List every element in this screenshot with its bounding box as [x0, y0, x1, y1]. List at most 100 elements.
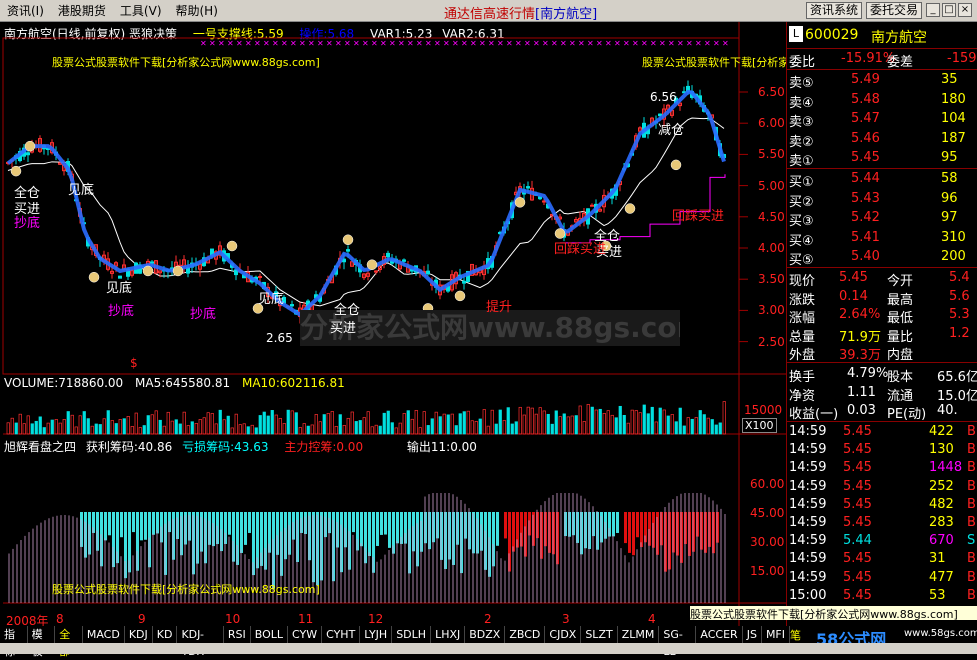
volume-bar	[562, 413, 566, 435]
tab-sdlh[interactable]: SDLH	[392, 626, 432, 643]
tab-lyjh[interactable]: LYJH	[360, 626, 393, 643]
watermark-left: 股票公式股票软件下载[分析家公式网www.88gs.com]	[52, 56, 320, 69]
minimize-button[interactable]: _	[926, 3, 940, 17]
fin-value: 15.0亿	[937, 388, 977, 404]
sell-price: 5.47	[851, 111, 880, 126]
tab-cyht[interactable]: CYHT	[322, 626, 361, 643]
quote-label: 涨跌	[789, 292, 816, 308]
tab-kdj[interactable]: KDJ	[125, 626, 153, 643]
indicator-bar-cyan	[292, 512, 295, 540]
indicator-bar-cyan	[604, 512, 607, 539]
volume-bar	[302, 423, 306, 435]
tab-sg-lb[interactable]: SG-LB	[659, 626, 697, 658]
tab-模板[interactable]: 模板	[28, 626, 56, 658]
indicator-bar-cyan	[312, 512, 315, 583]
signal-cross: ✕	[488, 39, 495, 48]
indicator-bar-cyan	[444, 512, 447, 570]
volume-bar	[650, 406, 654, 435]
volume-bar	[258, 415, 262, 435]
volume-bar	[350, 411, 354, 435]
stock-code-row: L 600029 南方航空	[787, 26, 977, 46]
indicator-header: 旭辉看盘之四 获利筹码:40.86 亏损筹码:43.63 主力控筹:0.00 输…	[4, 438, 477, 454]
tab-zlmm[interactable]: ZLMM	[618, 626, 660, 643]
signal-cross: ✕	[353, 39, 360, 48]
tick-time: 14:59	[789, 533, 827, 549]
volume-bar	[402, 413, 406, 435]
volume-bar	[290, 410, 294, 435]
tick-volume: 252	[929, 478, 954, 494]
indicator-bar-red	[556, 512, 559, 565]
indicator-bar-cyan	[132, 512, 135, 533]
indicator-bar-cyan	[404, 512, 407, 544]
quote-row: 现价 5.45 今开 5.4	[787, 269, 977, 289]
tab-boll[interactable]: BOLL	[251, 626, 288, 643]
indicator-bar-cyan	[208, 512, 211, 545]
quote-label: 最低	[887, 311, 914, 326]
tab-js[interactable]: JS	[743, 626, 762, 643]
signal-cross: ✕	[596, 39, 603, 48]
volume-bar	[638, 412, 642, 435]
volume-bar	[498, 409, 502, 435]
tab-rsi[interactable]: RSI	[224, 626, 251, 643]
date-tick: 12	[368, 612, 384, 626]
tab-全部[interactable]: 全部	[55, 626, 83, 658]
volume-unit[interactable]: X100	[742, 418, 777, 433]
volume-bar	[566, 416, 570, 435]
volume-bar	[6, 422, 10, 435]
signal-cross: ✕	[263, 39, 270, 48]
price-tick: 5.50	[758, 147, 785, 162]
buy-price: 5.44	[851, 171, 880, 186]
tab-kd[interactable]: KD	[153, 626, 178, 643]
quote-row: 外盘 39.3万 内盘	[787, 343, 977, 363]
indicator-bar-cyan	[164, 512, 167, 575]
trade-button[interactable]: 委托交易	[866, 2, 923, 19]
indicator-bar-cyan	[248, 512, 251, 533]
info-system-button[interactable]: 资讯系统	[806, 2, 863, 19]
volume-bar	[62, 419, 66, 435]
indicator-bar-red	[692, 512, 695, 552]
buy-price: 5.40	[851, 249, 880, 264]
signal-cross: ✕	[344, 39, 351, 48]
indicator-bar-cyan	[328, 512, 331, 534]
buy-row: 买② 5.43 96	[787, 190, 977, 210]
menu-item-help[interactable]: 帮助(H)	[169, 2, 225, 19]
volume-bar	[226, 415, 230, 435]
tick-price: 5.45	[843, 569, 872, 585]
tab-accer[interactable]: ACCER	[696, 626, 743, 643]
tab-zbcd[interactable]: ZBCD	[505, 626, 546, 643]
indicator-bar-cyan	[280, 512, 283, 576]
signal-cross: ✕	[533, 39, 540, 48]
tick-price: 5.45	[843, 442, 872, 458]
volume-bar	[718, 422, 722, 435]
tab-cjdx[interactable]: CJDX	[545, 626, 582, 643]
menu-item-news[interactable]: 资讯(I)	[0, 2, 51, 19]
close-button[interactable]: ×	[958, 3, 972, 17]
volume-bar	[130, 426, 134, 435]
indicator-bar-cyan	[496, 512, 499, 546]
tick-price: 5.45	[843, 551, 872, 567]
tab-mfi[interactable]: MFI	[762, 626, 790, 643]
signal-cross: ✕	[623, 39, 630, 48]
signal-cross: ✕	[569, 39, 576, 48]
maximize-button[interactable]: □	[942, 3, 956, 17]
tab-kdj-tdx[interactable]: KDJ-TDX	[177, 626, 224, 658]
indicator-bar-cyan	[284, 512, 287, 560]
indicator-bar-cyan	[428, 512, 431, 550]
signal-cross: ✕	[479, 39, 486, 48]
indicator-bar-cyan	[476, 512, 479, 554]
tab-cyw[interactable]: CYW	[288, 626, 323, 643]
menu-item-hk-futures[interactable]: 港股期货	[51, 2, 113, 19]
volume-bar	[522, 414, 526, 435]
tab-macd[interactable]: MACD	[83, 626, 125, 643]
indicator-bar-cyan	[568, 512, 571, 537]
signal-cross: ✕	[578, 39, 585, 48]
menu-item-tools[interactable]: 工具(V)	[113, 2, 169, 19]
tab-bdzx[interactable]: BDZX	[465, 626, 506, 643]
tick-row: 14:59 5.45 422 B	[787, 423, 977, 442]
tick-price: 5.45	[843, 587, 872, 603]
tab-lhxj[interactable]: LHXJ	[431, 626, 466, 643]
indicator-bar-cyan	[156, 512, 159, 534]
tab-slzt[interactable]: SLZT	[581, 626, 618, 643]
tab-指标[interactable]: 指标	[0, 626, 28, 658]
indicator-tick: 60.00	[750, 477, 785, 491]
